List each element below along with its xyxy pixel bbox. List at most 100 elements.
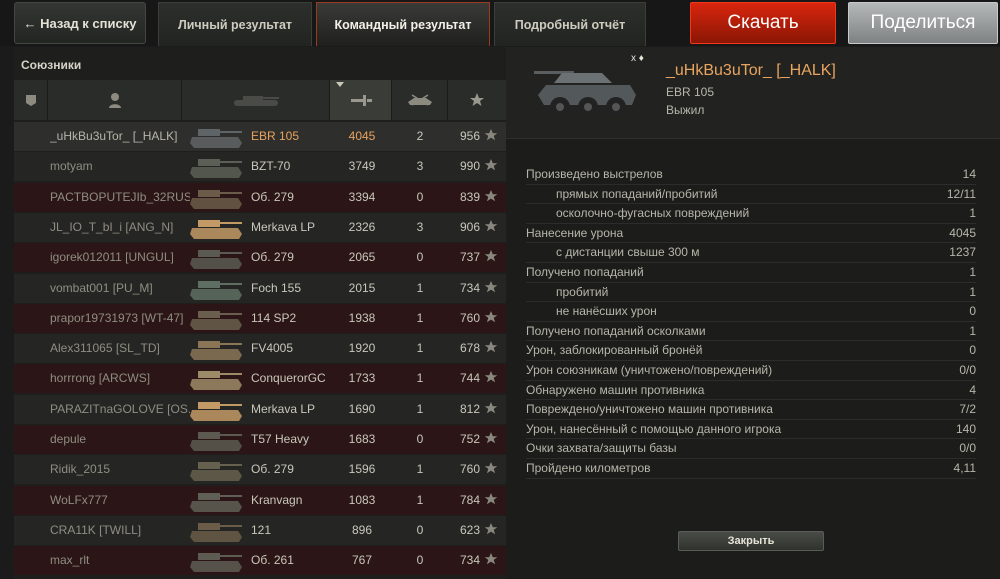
stat-label: Повреждено/уничтожено машин противника (526, 402, 773, 417)
tank-icon (233, 96, 279, 106)
player-status: Выжил (666, 103, 705, 117)
star-icon (484, 189, 498, 201)
damage-value: 1920 (348, 341, 376, 356)
vehicle-name: 121 (251, 522, 272, 537)
download-button[interactable]: Скачать (690, 2, 836, 44)
vehicle-name: T57 Heavy (251, 432, 310, 446)
team-row[interactable]: JL_IO_T_bI_i [ANG_N] Merkava LP 2326 3 906 (14, 212, 506, 242)
tab-label: Подробный отчёт (514, 17, 626, 32)
column-damage[interactable] (330, 80, 392, 120)
team-row[interactable]: Ridik_2015 Об. 279 1596 1 760 (14, 455, 506, 485)
stat-label: осколочно-фугасных повреждений (556, 206, 750, 221)
column-player[interactable] (48, 80, 182, 120)
rank-icon (25, 95, 36, 106)
star-icon (484, 462, 498, 474)
team-row[interactable]: depule T57 Heavy 1683 0 752 (14, 425, 506, 454)
stat-label: с дистанции свыше 300 м (556, 245, 700, 260)
team-row[interactable]: WoLFx777 Kranvagn 1083 1 784 (14, 485, 506, 515)
column-kills[interactable] (392, 80, 448, 120)
vehicle-name: 114 SP2 (251, 310, 297, 325)
experience-value: 990 (459, 159, 480, 174)
team-row[interactable]: CRA11K [TWILL] 121 896 0 623 (14, 515, 506, 545)
team-row[interactable]: max_rlt Об. 261 767 0 734 (14, 546, 506, 576)
stat-label: Нанесение урона (526, 225, 624, 240)
team-table-header (14, 80, 506, 120)
team-row[interactable]: prapor19731973 [WT-47] 114 SP2 1938 1 760 (14, 303, 506, 333)
stat-value: 140 (955, 421, 976, 436)
tank-icon (190, 553, 242, 573)
team-row[interactable]: vombat001 [PU_M] Foch 155 2015 1 734 (14, 273, 506, 303)
kills-value: 1 (416, 401, 424, 416)
team-row[interactable]: igorek012011 [UNGUL] Об. 279 2065 0 737 (14, 243, 506, 273)
tank-icon (190, 371, 242, 391)
tank-icon (190, 159, 242, 179)
tab-detailed-report[interactable]: Подробный отчёт (494, 2, 646, 46)
stat-label: Урон, нанесённый с помощью данного игрок… (526, 421, 782, 436)
team-row[interactable]: PARAZITnaGOLOVE [OS... Merkava LP 1690 1 812 (14, 394, 506, 424)
player-name: WoLFx777 (50, 492, 108, 507)
column-experience[interactable] (448, 80, 506, 120)
tank-icon (190, 522, 242, 542)
tank-icon (190, 432, 242, 451)
kills-value: 0 (416, 522, 424, 537)
experience-value: 839 (459, 189, 480, 204)
tank-icon (190, 401, 242, 421)
stat-label: Пройдено километров (526, 461, 651, 475)
column-vehicle[interactable] (182, 80, 330, 120)
stat-label: Урон, заблокированный бронёй (526, 343, 703, 358)
kills-value: 1 (416, 371, 424, 386)
stat-label: Очки захвата/защиты базы (526, 441, 677, 456)
stat-value: 0 (969, 343, 976, 358)
tab-label: Командный результат (334, 17, 472, 32)
tab-team-result[interactable]: Командный результат (316, 2, 490, 46)
close-button[interactable]: Закрыть (678, 531, 824, 551)
team-row[interactable]: PACTBOPUTEJIb_32RUS... Об. 279 3394 0 839 (14, 182, 506, 212)
player-name: depule (50, 432, 87, 446)
experience-value: 812 (459, 401, 480, 416)
vehicle-name: Foch 155 (251, 280, 302, 295)
kills-value: 0 (416, 250, 424, 265)
stat-row: Произведено выстрелов 14 (526, 165, 976, 185)
stat-row: не нанёсших урон 0 (526, 302, 976, 322)
column-rank[interactable] (14, 80, 48, 120)
damage-icon (350, 95, 372, 106)
stat-value: 1 (969, 323, 976, 338)
stat-label: Обнаружено машин противника (526, 382, 705, 397)
kills-value: 0 (416, 189, 424, 204)
download-label: Скачать (727, 12, 799, 33)
tab-personal-result[interactable]: Личный результат (158, 2, 312, 46)
damage-value: 3749 (348, 159, 376, 174)
stat-value: 1 (969, 284, 976, 299)
team-row[interactable]: Alex311065 [SL_TD] FV4005 1920 1 678 (14, 334, 506, 364)
kills-value: 2 (416, 129, 424, 143)
team-panel: Союзники _uHkBu3uTor_ [_HALK] EBR 105 4045… (14, 47, 506, 579)
back-to-list-button[interactable]: ← Назад к списку (14, 2, 146, 44)
team-row[interactable]: motyam BZT-70 3749 3 990 (14, 152, 506, 182)
damage-value: 4045 (348, 129, 376, 143)
share-button[interactable]: Поделиться (848, 2, 998, 44)
kills-value: 0 (416, 553, 424, 568)
stat-label: не нанёсших урон (556, 304, 657, 319)
stat-value: 0/0 (959, 441, 976, 456)
team-row[interactable]: _uHkBu3uTor_ [_HALK] EBR 105 4045 2 956 (14, 122, 506, 151)
stat-row: Урон союзникам (уничтожено/повреждений) 0… (526, 361, 976, 381)
tank-icon (190, 310, 242, 330)
stat-row: осколочно-фугасных повреждений 1 (526, 204, 976, 224)
stat-row: Получено попаданий осколками 1 (526, 322, 976, 342)
player-name: horrrong [ARCWS] (50, 371, 151, 386)
stat-value: 1 (969, 265, 976, 279)
stat-value: 0 (969, 304, 976, 319)
vehicle-name: Merkava LP (251, 401, 316, 416)
tab-label: Личный результат (177, 17, 293, 32)
stat-row: Обнаружено машин противника 4 (526, 381, 976, 401)
star-icon (484, 553, 498, 565)
stat-value: 14 (962, 167, 976, 181)
tank-icon (190, 462, 242, 482)
player-name: igorek012011 [UNGUL] (50, 250, 174, 265)
kills-value: 1 (416, 462, 424, 477)
destroyed-tank-icon (407, 94, 432, 106)
vehicle-name: ConquerorGC (251, 371, 326, 386)
stat-row: Урон, нанесённый с помощью данного игрок… (526, 420, 976, 440)
tank-icon (190, 219, 242, 239)
team-row[interactable]: horrrong [ARCWS] ConquerorGC 1733 1 744 (14, 364, 506, 394)
